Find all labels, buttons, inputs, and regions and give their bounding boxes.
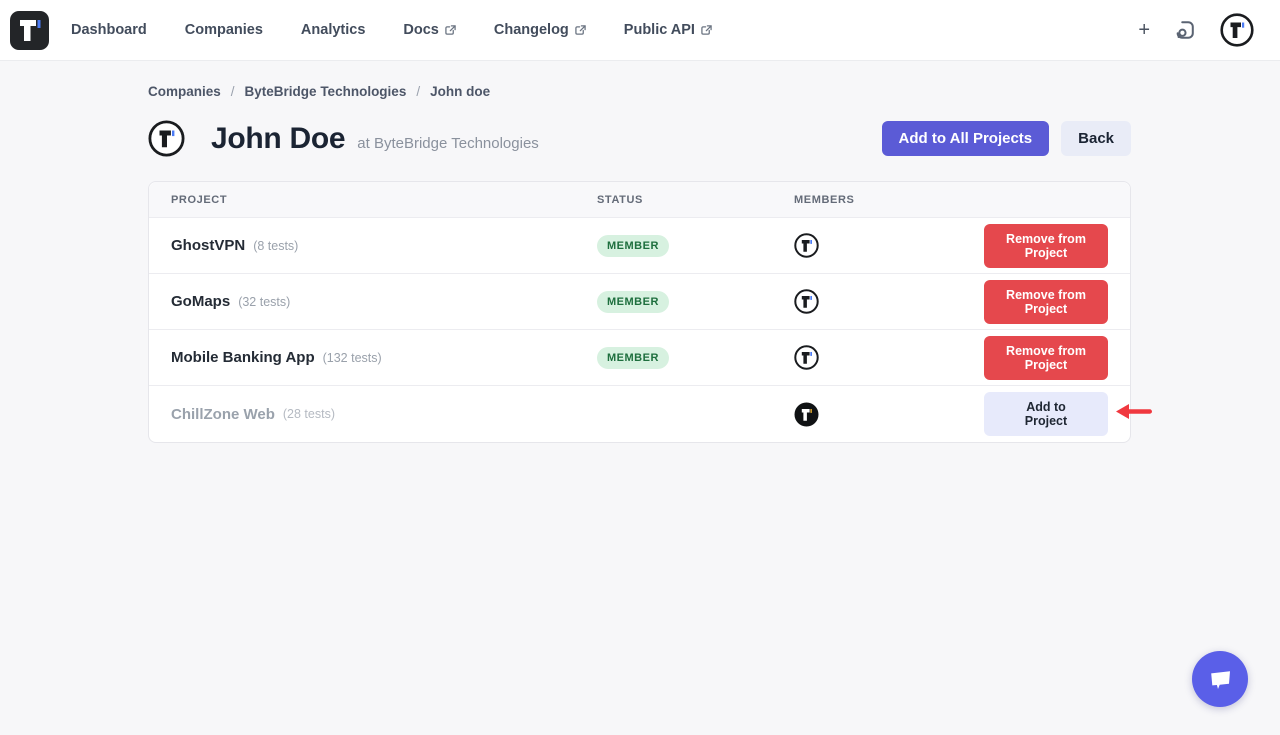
- status-badge: MEMBER: [597, 235, 669, 257]
- page-header: John Doe at ByteBridge Technologies Add …: [148, 120, 1131, 157]
- project-test-count: (8 tests): [253, 239, 298, 253]
- table-row: ChillZone Web (28 tests): [149, 386, 1130, 442]
- external-link-icon: [445, 25, 456, 36]
- annotation-arrow-icon: [1115, 403, 1153, 426]
- project-name: GhostVPN: [171, 237, 245, 254]
- nav-item-label: Changelog: [494, 22, 569, 38]
- add-to-all-projects-button[interactable]: Add to All Projects: [882, 121, 1050, 156]
- project-test-count: (132 tests): [323, 351, 382, 365]
- breadcrumb-current: John doe: [430, 84, 490, 99]
- table-row: GoMaps (32 tests) MEMBER: [149, 274, 1130, 330]
- table-row: Mobile Banking App (132 tests) MEMBER: [149, 330, 1130, 386]
- header-actions: Add to All Projects Back: [882, 121, 1131, 156]
- page-subtitle: at ByteBridge Technologies: [357, 125, 539, 152]
- breadcrumb-company[interactable]: ByteBridge Technologies: [245, 84, 407, 99]
- row-action-button[interactable]: Remove from Project: [984, 280, 1108, 324]
- row-action-button[interactable]: Remove from Project: [984, 224, 1108, 268]
- breadcrumb-separator: /: [231, 84, 235, 99]
- nav-item-analytics[interactable]: Analytics: [301, 22, 365, 38]
- nav-item-dashboard[interactable]: Dashboard: [71, 22, 147, 38]
- top-navbar: Dashboard Companies Analytics Docs Chang…: [0, 0, 1280, 61]
- breadcrumb-separator: /: [416, 84, 420, 99]
- member-avatar-icon: [794, 289, 819, 314]
- nav-links: Dashboard Companies Analytics Docs Chang…: [71, 22, 712, 38]
- search-icon[interactable]: [1174, 19, 1196, 41]
- nav-item-label: Analytics: [301, 22, 365, 38]
- breadcrumb: Companies / ByteBridge Technologies / Jo…: [148, 84, 1131, 99]
- row-action-button[interactable]: Remove from Project: [984, 336, 1108, 380]
- nav-item-label: Companies: [185, 22, 263, 38]
- brand-logo[interactable]: [10, 11, 49, 50]
- column-project: PROJECT: [171, 194, 597, 206]
- chat-icon: [1206, 665, 1234, 693]
- breadcrumb-companies[interactable]: Companies: [148, 84, 221, 99]
- column-status: STATUS: [597, 194, 794, 206]
- nav-item-label: Public API: [624, 22, 695, 38]
- add-button[interactable]: +: [1138, 20, 1150, 40]
- column-members: MEMBERS: [794, 194, 984, 206]
- nav-item-companies[interactable]: Companies: [185, 22, 263, 38]
- user-avatar[interactable]: [1220, 13, 1254, 47]
- nav-right: +: [1138, 13, 1254, 47]
- table-row: GhostVPN (8 tests) MEMBER: [149, 218, 1130, 274]
- main-content: Companies / ByteBridge Technologies / Jo…: [0, 84, 1131, 443]
- person-avatar: [148, 120, 185, 157]
- nav-item-label: Docs: [403, 22, 438, 38]
- nav-item-public-api[interactable]: Public API: [624, 22, 712, 38]
- project-test-count: (32 tests): [238, 295, 290, 309]
- nav-item-label: Dashboard: [71, 22, 147, 38]
- member-avatar-icon: [794, 233, 819, 258]
- member-avatar-icon: [794, 345, 819, 370]
- external-link-icon: [575, 25, 586, 36]
- status-badge: MEMBER: [597, 291, 669, 313]
- chat-bubble-button[interactable]: [1192, 651, 1248, 707]
- project-name: Mobile Banking App: [171, 349, 315, 366]
- project-test-count: (28 tests): [283, 407, 335, 421]
- project-name: GoMaps: [171, 293, 230, 310]
- table-header: PROJECT STATUS MEMBERS: [149, 182, 1130, 218]
- table-body: GhostVPN (8 tests) MEMBER: [149, 218, 1130, 442]
- nav-item-changelog[interactable]: Changelog: [494, 22, 586, 38]
- page-title: John Doe: [211, 122, 345, 156]
- back-button[interactable]: Back: [1061, 121, 1131, 156]
- status-badge: MEMBER: [597, 347, 669, 369]
- projects-table: PROJECT STATUS MEMBERS GhostVPN (8 tests…: [148, 181, 1131, 443]
- row-action-button[interactable]: Add to Project: [984, 392, 1108, 436]
- member-avatar-dark-icon: [794, 402, 819, 427]
- nav-item-docs[interactable]: Docs: [403, 22, 455, 38]
- external-link-icon: [701, 25, 712, 36]
- project-name: ChillZone Web: [171, 406, 275, 423]
